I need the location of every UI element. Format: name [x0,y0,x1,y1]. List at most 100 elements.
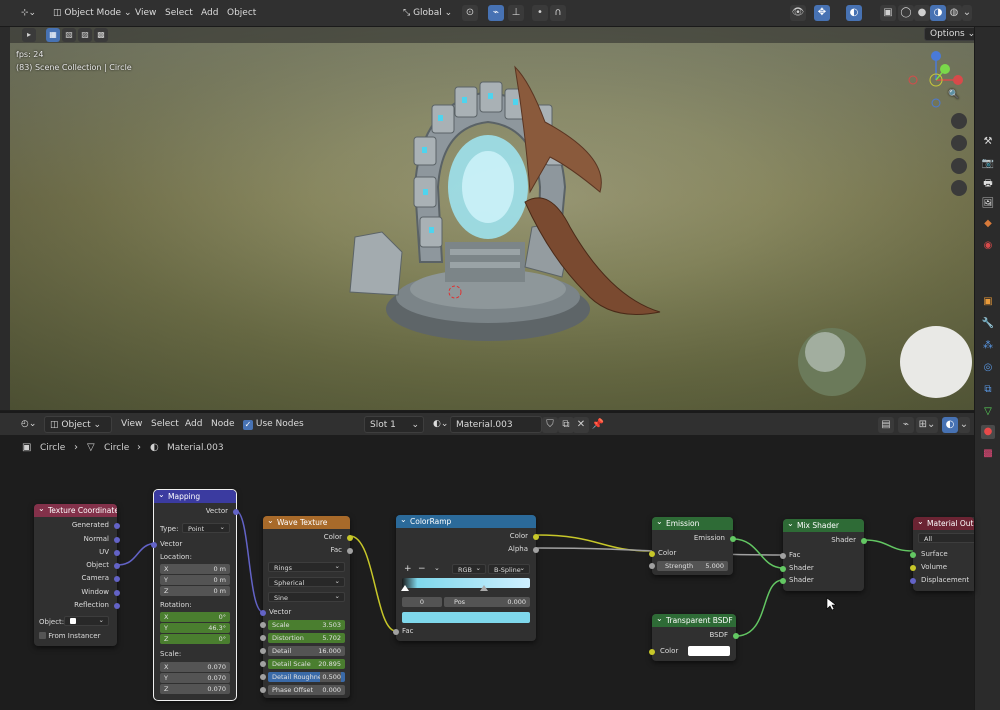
socket-vector-in[interactable] [260,610,266,616]
scene-tab-icon[interactable]: ◆ [981,217,995,231]
socket-detail-roughness-in[interactable] [260,674,266,680]
socket-vector-in[interactable] [151,542,157,548]
location-y-field[interactable]: Y0 m [160,575,230,585]
emission-node[interactable]: Emission Emission Color Strength5.000 [649,517,736,575]
socket-shader2-in[interactable] [780,578,786,584]
mix-shader-node[interactable]: Mix Shader Shader Fac Shader Shader [780,519,867,591]
breadcrumb-object[interactable]: Circle [40,443,65,453]
socket-phase-offset-in[interactable] [260,687,266,693]
socket-color-in[interactable] [649,649,655,655]
stop-position-field[interactable]: Pos 0.000 [444,597,530,607]
scale-x-field[interactable]: X 0.070 [160,662,230,672]
modifier-tab-icon[interactable]: 🔧 [981,317,995,331]
mode-dropdown[interactable]: ◫ Object Mode ⌄ [48,5,131,22]
shading-dropdown-icon[interactable]: ⌄ [962,5,972,21]
wave-texture-node[interactable]: Wave Texture Color Fac Rings Spherical S… [260,516,353,698]
snap-element-dropdown[interactable]: ⊞⌄ [916,417,938,433]
rotation-z-field[interactable]: Z 0° [160,634,230,644]
slot-dropdown[interactable]: Slot 1 ⌄ [364,416,424,433]
socket-alpha-out[interactable] [533,547,539,553]
data-tab-icon[interactable]: ▽ [981,405,995,419]
profile-dropdown[interactable]: Sine [268,591,345,602]
visibility-icon[interactable]: 👁 [790,5,806,21]
ramp-gradient-bar[interactable] [402,578,530,588]
menu-add[interactable]: Add [196,5,223,22]
shading-solid-icon[interactable]: ● [914,5,930,21]
pin-icon[interactable]: 📌 [590,417,606,433]
from-instancer-checkbox[interactable]: From Instancer [39,632,100,640]
ne-menu-add[interactable]: Add [180,416,207,433]
transparent-bsdf-node[interactable]: Transparent BSDF BSDF Color [649,614,739,661]
select-tool-icon[interactable]: ▸ [22,28,36,42]
gizmo-icon[interactable]: ✥ [814,5,830,21]
socket-color-in[interactable] [649,551,655,557]
menu-object[interactable]: Object [222,5,261,22]
socket-shader1-in[interactable] [780,566,786,572]
socket-detail-in[interactable] [260,648,266,654]
view-layer-tab-icon[interactable]: 🖼 [981,197,995,211]
options-dropdown[interactable]: Options ⌄ [924,27,982,41]
select-extend-icon[interactable]: ▧ [62,28,76,42]
color-mode-dropdown[interactable]: RGB [452,563,486,574]
color-ramp-node[interactable]: ColorRamp Color Alpha + − ⌄ RGB B-Spline… [393,515,539,641]
scale-z-field[interactable]: Z 0.070 [160,684,230,694]
socket-volume-in[interactable] [910,565,916,571]
type-dropdown[interactable]: Point [182,522,230,533]
material-tab-icon[interactable]: ● [981,425,995,439]
socket-reflection[interactable] [114,603,120,609]
shading-rendered-icon[interactable]: ◍ [946,5,962,21]
node-editor-type-button[interactable]: ◴⌄ [16,416,41,433]
render-tab-icon[interactable]: 📷 [981,157,995,171]
socket-displacement-in[interactable] [910,578,916,584]
scale-field[interactable]: Scale 3.503 [268,620,345,630]
editor-type-button[interactable]: ⊹⌄ [16,5,41,22]
remove-stop-button[interactable]: − [418,564,426,574]
transparent-color-swatch[interactable] [688,646,730,656]
location-z-field[interactable]: Z0 m [160,586,230,596]
select-subtract-icon[interactable]: ▨ [78,28,92,42]
menu-view[interactable]: View [130,5,161,22]
socket-strength-in[interactable] [649,563,655,569]
snap-icon[interactable]: ⌁ [488,5,504,21]
socket-emission-out[interactable] [730,536,736,542]
rotation-y-field[interactable]: Y 46.3° [160,623,230,633]
wave-type-dropdown[interactable]: Rings [268,561,345,572]
snap-target-icon[interactable]: ⊥ [508,5,524,21]
socket-bsdf-out[interactable] [733,633,739,639]
socket-fac-in[interactable] [780,553,786,559]
use-nodes-checkbox[interactable]: ✓ Use Nodes [238,416,309,433]
socket-generated[interactable] [114,523,120,529]
ramp-menu-button[interactable]: ⌄ [434,564,440,572]
snap-mode-icon[interactable]: ⌁ [898,417,914,433]
texture-tab-icon[interactable]: ▩ [981,447,995,461]
socket-fac-out[interactable] [347,548,353,554]
ne-menu-view[interactable]: View [116,416,147,433]
add-stop-button[interactable]: + [404,564,412,574]
detail-field[interactable]: Detail 16.000 [268,646,345,656]
socket-surface-in[interactable] [910,552,916,558]
shader-type-dropdown[interactable]: ◫ Object ⌄ [44,416,112,433]
breadcrumb-material[interactable]: Material.003 [167,443,224,453]
socket-shader-out[interactable] [861,538,867,544]
stop-color-swatch[interactable] [402,612,530,623]
socket-color-out[interactable] [347,535,353,541]
shading-material-icon[interactable]: ◑ [930,5,946,21]
3d-viewport[interactable] [10,27,974,410]
tool-tab-icon[interactable]: ⚒ [981,135,995,149]
node-canvas[interactable]: Texture Coordinate Generated Normal UV O… [0,461,974,710]
duplicate-material-icon[interactable]: ⧉ [558,417,574,433]
output-target-dropdown[interactable]: All [918,533,974,543]
pivot-icon[interactable]: ⊙ [462,5,478,21]
output-tab-icon[interactable]: 🖶 [981,177,995,191]
overlay-icon[interactable]: ◐ [846,5,862,21]
socket-object[interactable] [114,563,120,569]
physics-tab-icon[interactable]: ◎ [981,361,995,375]
distortion-field[interactable]: Distortion 5.702 [268,633,345,643]
unlink-material-icon[interactable]: ✕ [573,417,589,433]
socket-uv[interactable] [114,550,120,556]
proportional-edit-icon[interactable]: • [532,5,548,21]
node-overlay-icon[interactable]: ◐ [942,417,958,433]
socket-window[interactable] [114,590,120,596]
strength-field[interactable]: Strength 5.000 [657,561,728,571]
ramp-stop-marker[interactable] [480,585,488,591]
